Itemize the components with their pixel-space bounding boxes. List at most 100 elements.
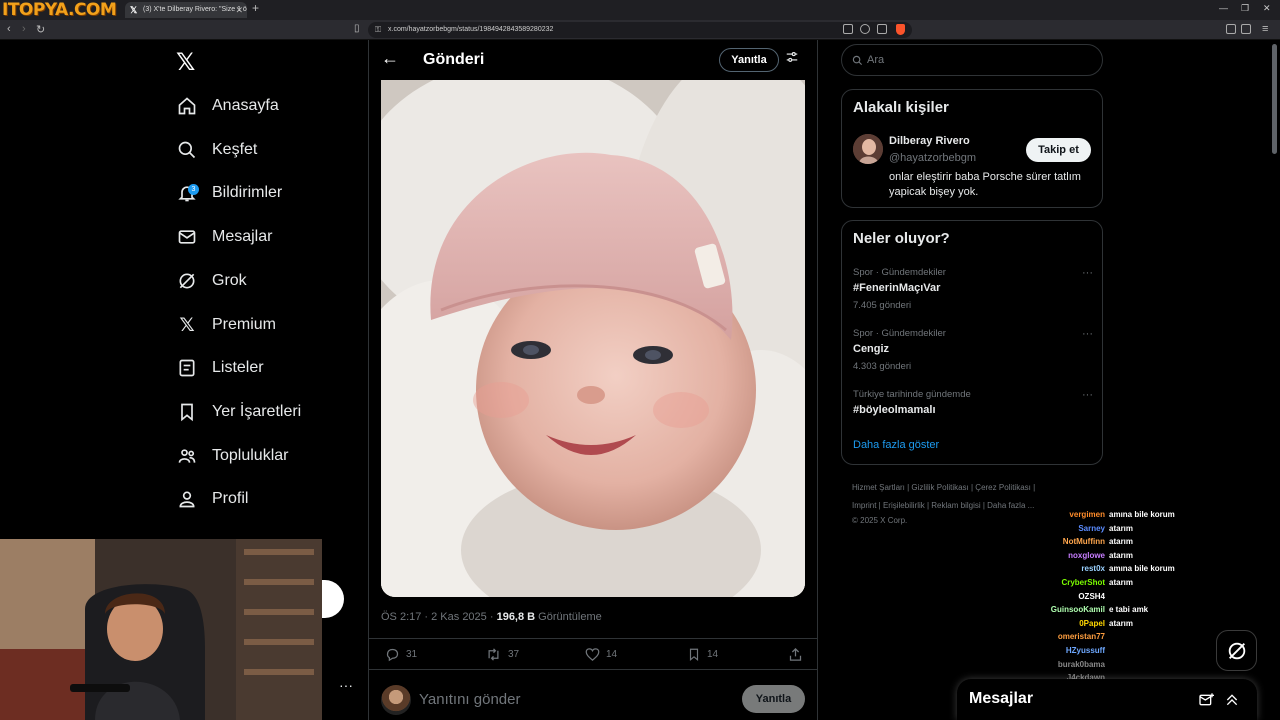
webcam-overlay: [0, 539, 322, 720]
tab-close-icon[interactable]: ✕: [235, 2, 243, 18]
nav-messages[interactable]: Mesajlar: [176, 221, 272, 253]
avatar[interactable]: [381, 685, 411, 715]
nav-label: Mesajlar: [212, 228, 273, 245]
back-arrow-icon[interactable]: ←: [381, 48, 399, 69]
nav-profile[interactable]: Profil: [176, 483, 248, 515]
chat-username: rest0x: [1081, 564, 1105, 574]
person-name[interactable]: Dilberay Rivero: [889, 135, 970, 147]
nav-bookmarks[interactable]: Yer İşaretleri: [176, 396, 301, 428]
bookmark-icon: [689, 648, 699, 661]
browser-tabbar: ITOPYA.COM 𝕏 (3) X'te Dilberay Rivero: "…: [0, 0, 1280, 20]
minimize-icon[interactable]: —: [1219, 3, 1228, 13]
lock-icon: ⚿: [375, 25, 382, 34]
grok-button[interactable]: [1216, 630, 1257, 671]
brave-shield-icon[interactable]: [896, 24, 905, 35]
trend-name: #FenerinMaçıVar: [853, 282, 941, 294]
new-tab-icon[interactable]: +: [252, 1, 259, 15]
restore-icon[interactable]: ❐: [1241, 3, 1249, 14]
extensions-icon[interactable]: [1226, 24, 1236, 34]
chat-username: noxglowe: [1068, 550, 1105, 560]
messages-drawer[interactable]: Mesajlar: [957, 679, 1257, 720]
nav-label: Topluluklar: [212, 447, 289, 464]
reply-composer: Yanıtını gönder Yanıtla: [369, 680, 817, 720]
person-handle: @hayatzorbebgm: [889, 152, 976, 164]
show-more-link[interactable]: Daha fazla göster: [853, 439, 939, 451]
trend-context: Türkiye tarihinde gündemde: [853, 389, 971, 400]
more-icon[interactable]: ···: [1082, 389, 1093, 401]
window-close-icon[interactable]: ✕: [1263, 3, 1271, 14]
sliders-icon[interactable]: [785, 50, 799, 69]
cast-icon[interactable]: [843, 24, 853, 34]
more-icon[interactable]: ···: [1082, 267, 1093, 279]
floating-button[interactable]: [322, 580, 344, 618]
trend-context: Spor · Gündemdekiler: [853, 267, 946, 278]
people-icon: [176, 445, 198, 467]
trend-name: Cengiz: [853, 343, 890, 355]
views-label: Görüntüleme: [535, 611, 602, 623]
nav-label: Keşfet: [212, 141, 258, 158]
nav-home[interactable]: Anasayfa: [176, 90, 279, 122]
reply-icon: [386, 648, 399, 662]
reply-action[interactable]: 31: [385, 647, 417, 662]
trend-name: #böyleolmamalı: [853, 404, 936, 416]
post-image[interactable]: [381, 80, 805, 597]
chat-message: atarım: [1109, 523, 1134, 533]
sidebar-icon[interactable]: [1241, 24, 1251, 34]
repost-action[interactable]: 37: [485, 647, 519, 662]
home-icon: [176, 95, 198, 117]
address-bar[interactable]: ⚿ x.com/hayatzorbebgm/status/19849428435…: [368, 22, 912, 38]
itopya-logo: ITOPYA.COM: [2, 0, 117, 20]
bookmark-action[interactable]: 14: [687, 647, 718, 662]
reply-count: 31: [406, 649, 418, 660]
search-icon: [852, 55, 863, 66]
browser-toolbar: ‹ › ↻ ▯ ⚿ x.com/hayatzorbebgm/status/198…: [0, 20, 1280, 40]
reply-submit-button[interactable]: Yanıtla: [742, 685, 805, 713]
grok-icon: [1228, 642, 1246, 660]
nav-notifications[interactable]: 3 Bildirimler: [176, 177, 282, 209]
nav-communities[interactable]: Topluluklar: [176, 440, 288, 472]
post-header: ← Gönderi Yanıtla: [369, 40, 817, 80]
chat-message: e tabi amk: [1109, 605, 1149, 615]
reply-sort-button[interactable]: Yanıtla: [719, 48, 779, 72]
webcam-feed: [0, 539, 322, 720]
share-action[interactable]: [788, 647, 803, 662]
more-options-icon[interactable]: ···: [339, 677, 353, 693]
nav-explore[interactable]: Keşfet: [176, 134, 257, 166]
repost-count: 37: [508, 649, 520, 660]
page-scrollbar[interactable]: [1272, 44, 1277, 154]
reply-input[interactable]: Yanıtını gönder: [419, 691, 520, 708]
repost-icon: [488, 648, 499, 661]
avatar[interactable]: [853, 134, 883, 164]
footer-links-row1[interactable]: Hizmet Şartları | Gizlilik Politikası | …: [852, 483, 1035, 492]
trend-item[interactable]: Spor · Gündemdekiler #FenerinMaçıVar 7.4…: [853, 267, 1093, 311]
expand-chevron-icon[interactable]: [1224, 692, 1240, 708]
chat-username: omeristan77: [1057, 632, 1105, 642]
search-icon: [176, 139, 198, 161]
footer-links-row2[interactable]: Imprint | Erişilebilirlik | Reklam bilgi…: [852, 501, 1034, 510]
zoom-icon[interactable]: [860, 24, 870, 34]
back-icon[interactable]: ‹: [7, 23, 11, 35]
bookmark-page-icon[interactable]: ▯: [354, 23, 360, 34]
nav-lists[interactable]: Listeler: [176, 352, 264, 384]
chat-username: NotMuffinn: [1062, 537, 1105, 547]
like-action[interactable]: 14: [585, 647, 617, 662]
search-input[interactable]: Ara: [841, 44, 1103, 76]
forward-icon[interactable]: ›: [22, 23, 26, 35]
trend-item[interactable]: Türkiye tarihinde gündemde #böyleolmamal…: [853, 389, 1093, 416]
chat-message: amına bile korum: [1109, 510, 1175, 519]
nav-grok[interactable]: Grok: [176, 265, 247, 297]
person-bio: onlar eleştirir baba Porsche sürer tatlı…: [889, 171, 1081, 198]
x-logo-icon[interactable]: 𝕏: [176, 48, 195, 76]
reload-icon[interactable]: ↻: [36, 23, 45, 36]
trends-title: Neler oluyor?: [853, 230, 950, 247]
follow-button[interactable]: Takip et: [1026, 138, 1091, 162]
new-message-icon[interactable]: [1198, 692, 1214, 708]
chat-username: CryberShot: [1061, 578, 1105, 587]
nav-premium[interactable]: 𝕏 Premium: [176, 309, 276, 341]
share-icon[interactable]: [877, 24, 887, 34]
trend-item[interactable]: Spor · Gündemdekiler Cengiz 4.303 gönder…: [853, 328, 1093, 372]
grok-icon: [176, 270, 198, 292]
more-icon[interactable]: ···: [1082, 328, 1093, 340]
browser-tab[interactable]: 𝕏 (3) X'te Dilberay Rivero: "Size 1 ö ✕: [125, 2, 247, 18]
menu-icon[interactable]: ≡: [1262, 23, 1268, 35]
